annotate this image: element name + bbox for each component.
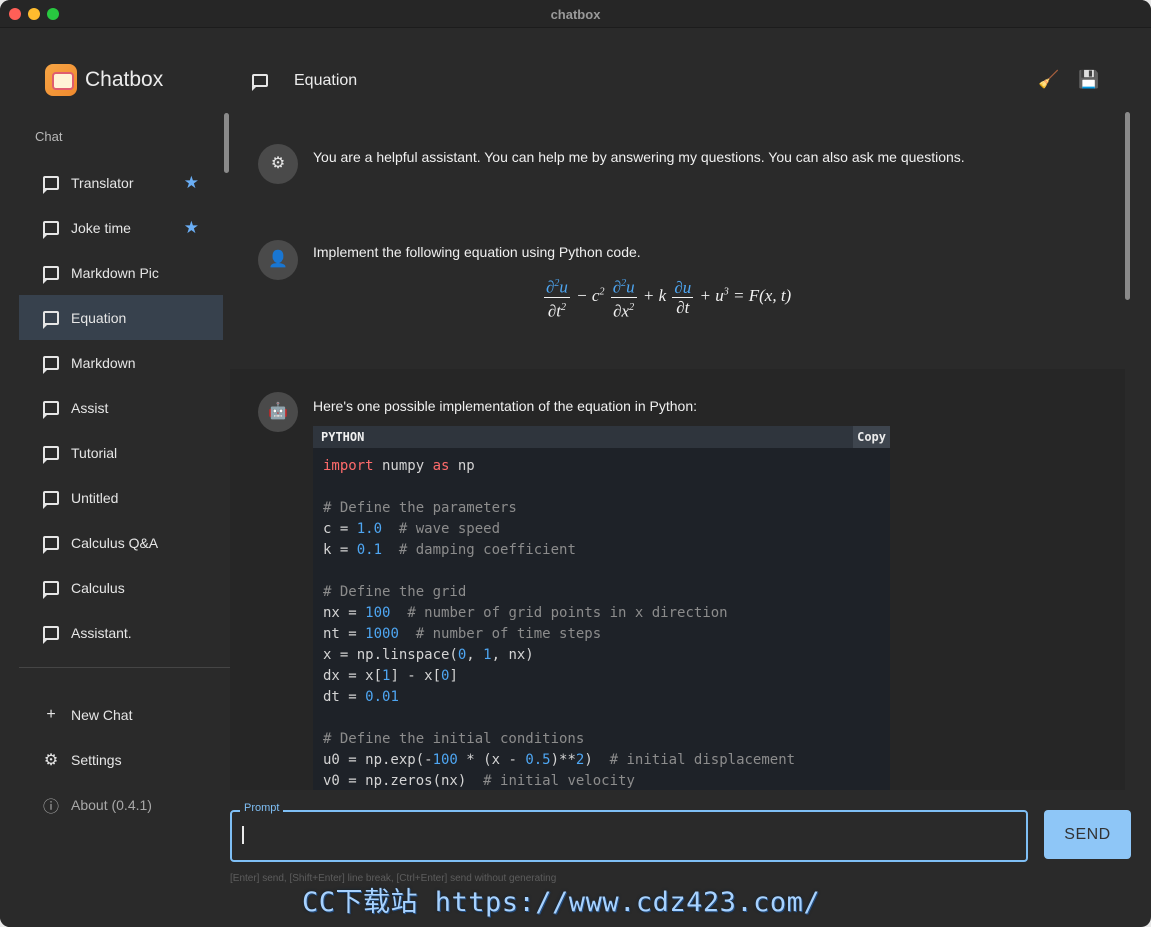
chat-bubble-icon <box>252 74 268 91</box>
chatbox-logo-icon <box>45 64 77 96</box>
sidebar-item-label: Untitled <box>71 489 119 506</box>
message-list: ⚙ You are a helpful assistant. You can h… <box>230 112 1125 790</box>
message-text: Implement the following equation using P… <box>313 244 641 260</box>
star-icon[interactable]: ★ <box>184 218 199 238</box>
equation: ∂2u ∂t2 − c2 ∂2u ∂x2 + k ∂u ∂t + u3 = F(x, … <box>542 274 791 320</box>
prompt-input[interactable] <box>230 810 1028 862</box>
chat-bubble-icon <box>43 265 59 284</box>
chat-list: Translator ★ Joke time ★ Markdown Pic Eq… <box>19 160 223 655</box>
assistant-message: 🤖 Here's one possible implementation of … <box>230 369 1125 790</box>
text-caret <box>242 826 244 844</box>
message-text: You are a helpful assistant. You can hel… <box>313 149 965 165</box>
chat-bubble-icon <box>43 625 59 644</box>
code-block: PYTHON Copy import numpy as np # Define … <box>313 426 890 790</box>
sidebar-item-equation[interactable]: Equation <box>19 295 223 340</box>
sidebar-item-label: Assist <box>71 399 109 416</box>
sidebar-item-label: Assistant. <box>71 624 132 641</box>
sidebar: Chatbox Chat Translator ★ Joke time ★ Ma… <box>0 29 230 927</box>
chat-bubble-icon <box>43 445 59 464</box>
brand-name: Chatbox <box>85 68 164 91</box>
chat-bubble-icon <box>43 220 59 239</box>
system-message: ⚙ You are a helpful assistant. You can h… <box>230 112 1125 207</box>
chat-bubble-icon <box>43 310 59 329</box>
plus-icon: + <box>46 705 56 723</box>
chat-bubble-icon <box>43 175 59 194</box>
gear-icon: ⚙ <box>258 144 298 184</box>
save-button[interactable]: 💾 <box>1078 70 1100 90</box>
sidebar-bottom-menu: + New Chat ⚙ Settings ⓘ About (0.4.1) <box>19 692 223 827</box>
settings-button[interactable]: ⚙ Settings <box>19 737 223 782</box>
sidebar-item-untitled[interactable]: Untitled <box>19 475 223 520</box>
brand: Chatbox <box>45 63 163 97</box>
title-bar: chatbox <box>0 0 1151 28</box>
sidebar-item-markdown[interactable]: Markdown <box>19 340 223 385</box>
code-language: PYTHON <box>321 430 365 444</box>
sidebar-item-label: Equation <box>71 309 127 326</box>
info-icon: ⓘ <box>43 798 60 816</box>
new-chat-label: New Chat <box>71 706 133 723</box>
sidebar-item-label: Markdown Pic <box>71 264 159 281</box>
sidebar-item-label: Tutorial <box>71 444 118 461</box>
broom-icon: 🧹 <box>1038 70 1060 89</box>
message-text: Here's one possible implementation of th… <box>313 398 698 414</box>
sidebar-item-translator[interactable]: Translator ★ <box>19 160 223 205</box>
sidebar-divider <box>19 667 230 668</box>
settings-label: Settings <box>71 751 122 768</box>
star-icon[interactable]: ★ <box>184 173 199 193</box>
sidebar-item-tutorial[interactable]: Tutorial <box>19 430 223 475</box>
gear-icon: ⚙ <box>43 751 59 769</box>
window-title: chatbox <box>550 7 601 22</box>
sidebar-item-calculus-qa[interactable]: Calculus Q&A <box>19 520 223 565</box>
sidebar-item-calculus[interactable]: Calculus <box>19 565 223 610</box>
about-label: About (0.4.1) <box>71 796 152 813</box>
chat-bubble-icon <box>43 355 59 374</box>
save-icon: 💾 <box>1078 70 1100 89</box>
app-window: chatbox Chatbox Chat Translator ★ Joke t… <box>0 0 1151 927</box>
watermark: CC下载站 https://www.cdz423.com/ <box>302 887 821 918</box>
sidebar-item-assistant[interactable]: Assistant. <box>19 610 223 655</box>
sidebar-item-label: Markdown <box>71 354 136 371</box>
chat-bubble-icon <box>43 400 59 419</box>
messages-scrollbar[interactable] <box>1125 112 1130 300</box>
person-icon: 👤 <box>258 240 298 280</box>
sidebar-item-assist[interactable]: Assist <box>19 385 223 430</box>
clean-messages-button[interactable]: 🧹 <box>1038 70 1060 90</box>
sidebar-item-label: Calculus Q&A <box>71 534 159 551</box>
code-content: import numpy as np # Define the paramete… <box>323 458 796 789</box>
chat-bubble-icon <box>43 580 59 599</box>
send-button[interactable]: SEND <box>1044 810 1131 859</box>
sidebar-item-label: Calculus <box>71 579 125 596</box>
chat-section-label: Chat <box>35 129 63 144</box>
sidebar-item-label: Translator <box>71 174 134 191</box>
chat-bubble-icon <box>43 490 59 509</box>
sidebar-item-markdown-pic[interactable]: Markdown Pic <box>19 250 223 295</box>
sidebar-item-joke-time[interactable]: Joke time ★ <box>19 205 223 250</box>
robot-icon: 🤖 <box>258 392 298 432</box>
sidebar-item-label: Joke time <box>71 219 131 236</box>
code-block-header: PYTHON Copy <box>313 426 890 448</box>
copy-button[interactable]: Copy <box>853 426 890 448</box>
page-title: Equation <box>294 72 358 89</box>
about-button[interactable]: ⓘ About (0.4.1) <box>19 782 223 827</box>
prompt-label: Prompt <box>240 802 284 814</box>
sidebar-scrollbar[interactable] <box>224 113 229 173</box>
chat-bubble-icon <box>43 535 59 554</box>
new-chat-button[interactable]: + New Chat <box>19 692 223 737</box>
